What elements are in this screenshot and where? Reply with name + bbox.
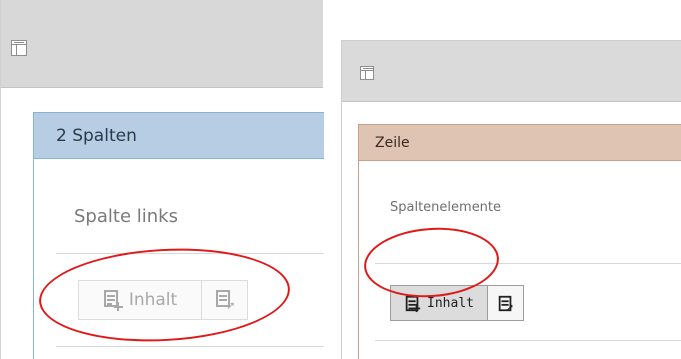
divider	[56, 346, 324, 347]
divider	[56, 253, 324, 254]
divider	[375, 340, 681, 341]
content-button-group: Inhalt ➚	[390, 285, 524, 321]
column-label: Spalte links	[74, 206, 178, 227]
grid-title: 2 Spalten	[34, 113, 324, 159]
paste-button[interactable]: ➚	[202, 280, 248, 320]
layout-grid-icon	[360, 66, 374, 80]
left-page-header	[1, 0, 323, 88]
paste-button[interactable]: ➚	[488, 285, 524, 321]
right-panel: Zeile Spaltenelemente Inhalt ➚	[341, 40, 681, 359]
divider	[375, 263, 681, 264]
grid-title: Zeile	[359, 125, 681, 161]
grid-container-zeile: Zeile Spaltenelemente Inhalt ➚	[358, 124, 681, 359]
new-content-label: Inhalt	[128, 290, 178, 310]
right-page-header	[342, 41, 681, 102]
layout-grid-icon	[11, 40, 27, 56]
content-button-group: Inhalt ➚	[78, 280, 248, 320]
column-label: Spaltenelemente	[390, 200, 502, 215]
new-content-button[interactable]: Inhalt	[78, 280, 202, 320]
grid-container-2-spalten: 2 Spalten Spalte links Inhalt ➚	[33, 112, 324, 359]
left-panel: 2 Spalten Spalte links Inhalt ➚	[0, 0, 324, 359]
new-content-icon	[405, 294, 421, 312]
paste-icon: ➚	[498, 294, 514, 312]
paste-icon: ➚	[215, 289, 236, 311]
new-content-button[interactable]: Inhalt	[390, 285, 488, 321]
new-content-icon	[103, 289, 123, 311]
new-content-label: Inhalt	[427, 295, 474, 311]
